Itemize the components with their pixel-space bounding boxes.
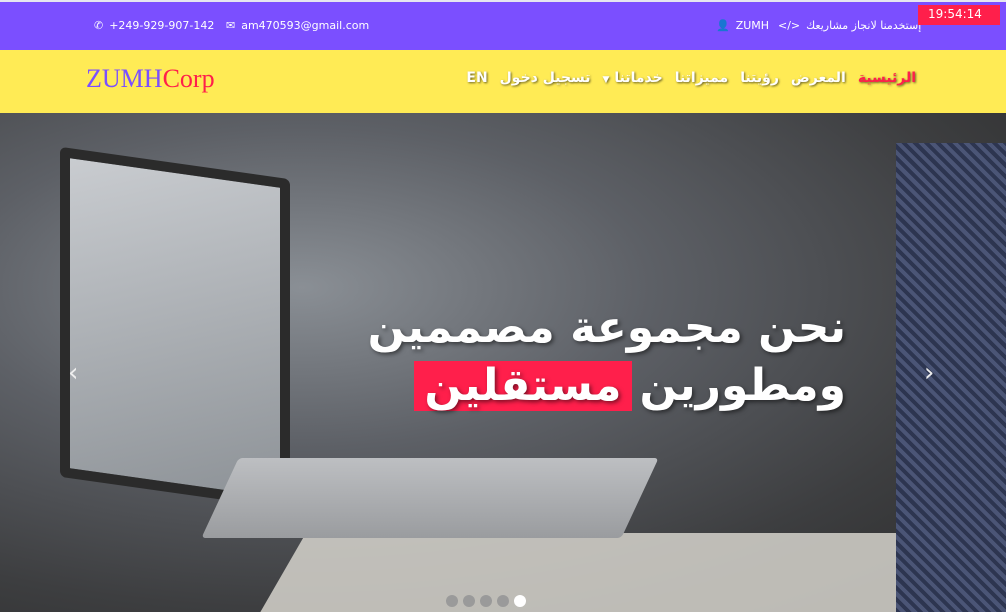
- hero-headline: نحن مجموعة مصممين ومطورينمستقلين: [368, 303, 846, 411]
- envelope-icon: ✉: [226, 19, 236, 32]
- slide-indicator-3[interactable]: [480, 595, 492, 607]
- next-slide-icon[interactable]: ›: [924, 358, 934, 388]
- hero-carousel: نحن مجموعة مصممين ومطورينمستقلين ‹ ›: [0, 113, 1006, 612]
- logo-part-2: Corp: [162, 64, 215, 93]
- carousel-indicators: [446, 595, 526, 607]
- phone-contact: ✆ +249-929-907-142: [94, 19, 214, 32]
- slide-indicator-1[interactable]: [446, 595, 458, 607]
- user-icon: 👤: [716, 19, 730, 32]
- top-bar: ✆ +249-929-907-142 ✉ am470593@gmail.com 👤 Z…: [0, 0, 1006, 50]
- person-image: [896, 143, 1006, 612]
- caret-down-icon: ▼: [602, 75, 610, 85]
- tagline: إستخدمنا لانجاز مشاريعك </>: [778, 19, 921, 32]
- logo[interactable]: ZUMHCorp: [86, 64, 215, 94]
- logo-part-1: ZUMH: [86, 64, 163, 93]
- clock: 19:54:14: [918, 5, 1000, 25]
- headline-line-1: نحن مجموعة مصممين: [367, 302, 846, 353]
- email-contact[interactable]: ✉ am470593@gmail.com: [226, 19, 369, 32]
- main-nav: الرئيسية المعرض رؤيتنا مميزاتنا خدماتنا …: [466, 70, 916, 86]
- email-address[interactable]: am470593@gmail.com: [241, 19, 369, 32]
- headline-highlight: مستقلين: [414, 361, 632, 411]
- nav-home[interactable]: الرئيسية: [858, 70, 916, 86]
- user-link[interactable]: 👤 ZUMH: [716, 19, 769, 32]
- phone-icon: ✆: [94, 19, 104, 32]
- nav-features[interactable]: مميزاتنا: [675, 70, 729, 86]
- nav-services[interactable]: خدماتنا ▼: [603, 70, 663, 86]
- nav-language[interactable]: EN: [466, 70, 487, 86]
- prev-slide-icon[interactable]: ‹: [68, 358, 78, 388]
- nav-services-label: خدماتنا: [614, 70, 663, 86]
- phone-number: +249-929-907-142: [109, 19, 215, 32]
- keyboard-image: [201, 458, 659, 538]
- navbar: ZUMHCorp الرئيسية المعرض رؤيتنا مميزاتنا…: [0, 50, 1006, 113]
- nav-login[interactable]: تسجيل دخول: [500, 70, 591, 86]
- tagline-text: إستخدمنا لانجاز مشاريعك: [806, 19, 922, 32]
- user-name[interactable]: ZUMH: [736, 19, 769, 32]
- slide-indicator-2[interactable]: [463, 595, 475, 607]
- notebook-image: [254, 533, 1006, 612]
- nav-vision[interactable]: رؤيتنا: [740, 70, 779, 86]
- slide-indicator-4[interactable]: [497, 595, 509, 607]
- laptop-image: [60, 146, 290, 510]
- headline-line-2: ومطورين: [639, 360, 847, 411]
- code-icon: </>: [778, 19, 801, 32]
- slide-indicator-5[interactable]: [514, 595, 526, 607]
- nav-gallery[interactable]: المعرض: [791, 70, 846, 86]
